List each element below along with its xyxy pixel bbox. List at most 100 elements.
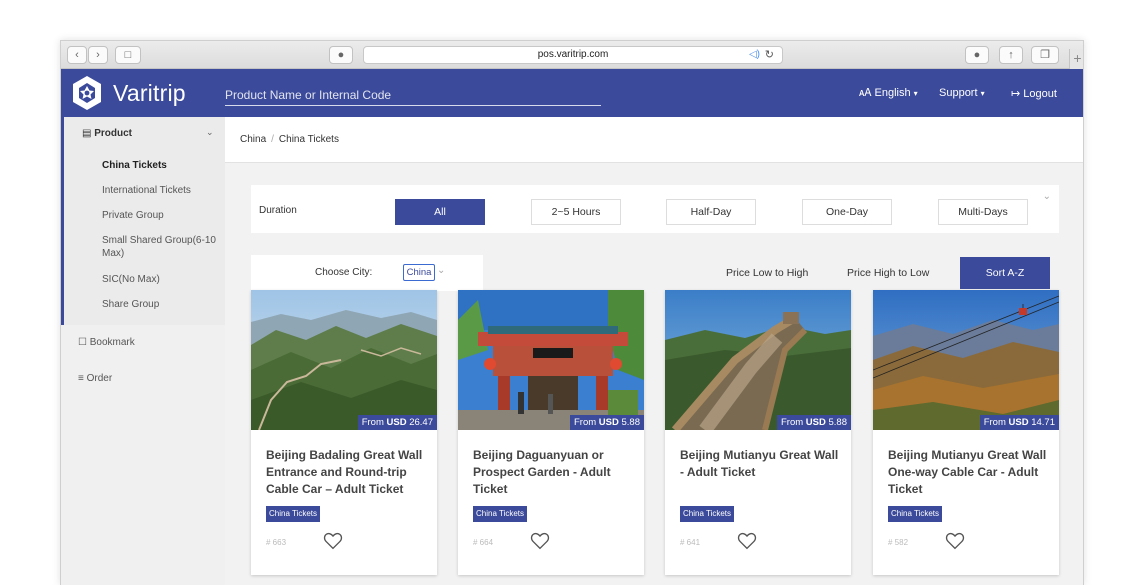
duration-filter: Duration All 2~5 Hours Half-Day One-Day … bbox=[251, 185, 1059, 233]
support-label: Support bbox=[939, 87, 978, 99]
shield-icon[interactable]: ● bbox=[329, 46, 353, 64]
browser-window: ‹ › □ ● pos.varitrip.com ◁) ↻ ● ↑ ❐ + Va… bbox=[60, 40, 1084, 585]
language-label: English bbox=[874, 87, 911, 99]
share-icon[interactable]: ↑ bbox=[999, 46, 1023, 64]
sidebar: ▤ Product ⌄ China Tickets International … bbox=[61, 117, 225, 585]
breadcrumb-bar: China / China Tickets bbox=[225, 117, 1083, 163]
sidebar-item-order[interactable]: ≡ Order bbox=[78, 373, 112, 384]
chevron-down-icon[interactable]: ⌄ bbox=[206, 127, 214, 138]
duration-label: Duration bbox=[259, 205, 297, 216]
heart-icon[interactable] bbox=[530, 532, 550, 550]
price-badge: From USD 14.71 bbox=[979, 415, 1059, 430]
price-currency: USD bbox=[805, 417, 826, 428]
address-bar[interactable]: pos.varitrip.com ◁) ↻ bbox=[363, 46, 783, 64]
url-text: pos.varitrip.com bbox=[537, 49, 609, 60]
category-tag: China Tickets bbox=[680, 506, 735, 522]
price-prefix: From bbox=[361, 417, 387, 428]
price-value: 5.88 bbox=[828, 417, 848, 428]
table-icon: ▤ bbox=[82, 128, 92, 139]
sidebar-item-sic[interactable]: SIC(No Max) bbox=[102, 273, 220, 286]
product-title[interactable]: Beijing Mutianyu Great Wall One-way Cabl… bbox=[888, 447, 1048, 498]
city-select[interactable]: China bbox=[403, 264, 435, 281]
price-currency: USD bbox=[598, 417, 619, 428]
translate-icon: 🗚 bbox=[859, 87, 872, 99]
sidebar-icon[interactable]: □ bbox=[115, 46, 141, 64]
sidebar-item-international-tickets[interactable]: International Tickets bbox=[102, 184, 220, 197]
chevron-down-icon[interactable]: ⌄ bbox=[437, 265, 445, 276]
filter-multi-days-button[interactable]: Multi-Days bbox=[938, 199, 1028, 225]
breadcrumb-china[interactable]: China bbox=[240, 134, 266, 145]
price-currency: USD bbox=[386, 417, 407, 428]
caret-down-icon: ▾ bbox=[913, 89, 918, 98]
sidebar-item-label: Bookmark bbox=[89, 337, 135, 348]
sidebar-item-china-tickets[interactable]: China Tickets bbox=[102, 159, 220, 172]
product-image[interactable]: From USD 5.88 bbox=[458, 290, 644, 430]
price-currency: USD bbox=[1008, 417, 1029, 428]
filter-half-day-button[interactable]: Half-Day bbox=[666, 199, 756, 225]
city-label: Choose City: bbox=[315, 267, 373, 278]
support-menu[interactable]: Support ▾ bbox=[939, 87, 985, 99]
browser-toolbar: ‹ › □ ● pos.varitrip.com ◁) ↻ ● ↑ ❐ + bbox=[61, 41, 1083, 69]
breadcrumb: China / China Tickets bbox=[240, 134, 339, 145]
download-icon[interactable]: ● bbox=[965, 46, 989, 64]
product-card[interactable]: From USD 26.47 Beijing Badaling Great Wa… bbox=[251, 290, 437, 575]
product-title[interactable]: Beijing Mutianyu Great Wall - Adult Tick… bbox=[680, 447, 840, 481]
price-prefix: From bbox=[780, 417, 806, 428]
chevron-down-icon[interactable]: ⌄ bbox=[1043, 191, 1051, 202]
forward-icon[interactable]: › bbox=[88, 46, 108, 64]
price-badge: From USD 5.88 bbox=[776, 415, 851, 430]
sort-price-high-low-button[interactable]: Price High to Low bbox=[847, 267, 929, 279]
price-badge: From USD 5.88 bbox=[569, 415, 644, 430]
product-code: # 664 bbox=[473, 538, 494, 547]
filter-one-day-button[interactable]: One-Day bbox=[802, 199, 892, 225]
sidebar-item-private-group[interactable]: Private Group bbox=[102, 209, 220, 222]
product-code: # 663 bbox=[266, 538, 287, 547]
price-prefix: From bbox=[983, 417, 1009, 428]
bookmark-icon: ☐ bbox=[78, 337, 87, 348]
product-code: # 641 bbox=[680, 538, 701, 547]
heart-icon[interactable] bbox=[737, 532, 757, 550]
caret-down-icon: ▾ bbox=[980, 89, 985, 98]
product-image[interactable]: From USD 14.71 bbox=[873, 290, 1059, 430]
filter-all-button[interactable]: All bbox=[395, 199, 485, 225]
price-badge: From USD 26.47 bbox=[357, 415, 437, 430]
varitrip-logo-icon[interactable] bbox=[69, 75, 105, 111]
back-icon[interactable]: ‹ bbox=[67, 46, 87, 64]
product-image[interactable]: From USD 26.47 bbox=[251, 290, 437, 430]
reload-icon[interactable]: ↻ bbox=[765, 47, 774, 63]
sort-price-low-high-button[interactable]: Price Low to High bbox=[726, 267, 808, 279]
sort-a-z-button[interactable]: Sort A-Z bbox=[960, 257, 1050, 289]
breadcrumb-separator: / bbox=[271, 134, 274, 145]
logout-button[interactable]: ↦ Logout bbox=[1011, 87, 1057, 100]
product-card[interactable]: From USD 5.88 Beijing Daguanyuan or Pros… bbox=[458, 290, 644, 575]
heart-icon[interactable] bbox=[945, 532, 965, 550]
filter-2-5-hours-button[interactable]: 2~5 Hours bbox=[531, 199, 621, 225]
logout-icon: ↦ bbox=[1011, 88, 1021, 100]
sidebar-item-product[interactable]: ▤ Product bbox=[82, 128, 132, 139]
product-image[interactable]: From USD 5.88 bbox=[665, 290, 851, 430]
sidebar-item-label: Product bbox=[94, 128, 133, 139]
language-menu[interactable]: 🗚 English ▾ bbox=[859, 87, 918, 100]
sidebar-item-share-group[interactable]: Share Group bbox=[102, 298, 220, 311]
category-tag: China Tickets bbox=[473, 506, 528, 522]
product-card[interactable]: From USD 5.88 Beijing Mutianyu Great Wal… bbox=[665, 290, 851, 575]
product-title[interactable]: Beijing Daguanyuan or Prospect Garden - … bbox=[473, 447, 633, 498]
sidebar-product-group: ▤ Product ⌄ China Tickets International … bbox=[61, 117, 225, 325]
product-code: # 582 bbox=[888, 538, 909, 547]
breadcrumb-china-tickets: China Tickets bbox=[278, 134, 339, 145]
search-input[interactable] bbox=[225, 84, 601, 106]
sidebar-item-bookmark[interactable]: ☐ Bookmark bbox=[78, 337, 135, 348]
city-selector: Choose City: China ⌄ bbox=[251, 255, 483, 291]
sidebar-item-small-shared-group[interactable]: Small Shared Group(6-10 Max) bbox=[102, 234, 220, 260]
heart-icon[interactable] bbox=[323, 532, 343, 550]
price-value: 14.71 bbox=[1031, 417, 1055, 428]
brand-name[interactable]: Varitrip bbox=[113, 80, 186, 107]
product-card[interactable]: From USD 14.71 Beijing Mutianyu Great Wa… bbox=[873, 290, 1059, 575]
price-prefix: From bbox=[573, 417, 599, 428]
new-tab-icon[interactable]: + bbox=[1069, 49, 1083, 69]
audio-icon[interactable]: ◁) bbox=[749, 47, 760, 63]
product-title[interactable]: Beijing Badaling Great Wall Entrance and… bbox=[266, 447, 426, 498]
tabs-icon[interactable]: ❐ bbox=[1031, 46, 1059, 64]
logout-label: Logout bbox=[1023, 88, 1057, 100]
main-content: China / China Tickets Duration All 2~5 Hou… bbox=[225, 117, 1083, 585]
